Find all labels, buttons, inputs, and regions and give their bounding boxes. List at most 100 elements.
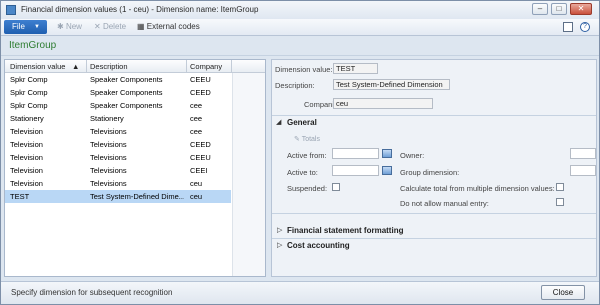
table-row-selected[interactable]: TEST Test System-Defined Dime... ceu xyxy=(5,190,231,203)
group-dimension-field[interactable] xyxy=(570,165,596,176)
cell-company: cee xyxy=(190,114,203,123)
column-separator[interactable] xyxy=(186,60,187,73)
group-dimension-label: Group dimension: xyxy=(400,168,460,177)
active-from-field[interactable] xyxy=(332,148,379,159)
dimension-values-grid: Dimension value ▲ Description Company Sp… xyxy=(4,59,266,277)
status-bar: Specify dimension for subsequent recogni… xyxy=(1,281,599,304)
delete-button[interactable]: ✕ Delete xyxy=(94,22,126,31)
cell-dimension-value: Television xyxy=(10,166,43,175)
file-menu-label: File xyxy=(12,22,25,31)
page-title: ItemGroup xyxy=(9,40,57,51)
cell-description: Stationery xyxy=(90,114,124,123)
file-menu-button[interactable]: File ▼ xyxy=(4,20,47,34)
expand-arrow-icon[interactable]: ▷ xyxy=(277,241,282,249)
cell-description: Speaker Components xyxy=(90,101,163,110)
minimize-button[interactable]: – xyxy=(532,3,548,15)
collapse-arrow-icon[interactable]: ◢ xyxy=(276,118,281,126)
new-icon: ✱ xyxy=(57,22,64,31)
table-row[interactable]: Television Televisions CEED xyxy=(5,138,231,151)
calc-total-checkbox[interactable] xyxy=(556,183,564,191)
cell-description: Speaker Components xyxy=(90,88,163,97)
description-field[interactable]: Test System-Defined Dimension xyxy=(333,79,450,90)
no-manual-entry-label: Do not allow manual entry: xyxy=(400,199,489,208)
active-to-label: Active to: xyxy=(287,168,318,177)
maximize-button[interactable]: □ xyxy=(551,3,567,15)
cell-company: cee xyxy=(190,127,203,136)
column-separator[interactable] xyxy=(86,60,87,73)
owner-field[interactable] xyxy=(570,148,596,159)
cell-dimension-value: Television xyxy=(10,127,43,136)
column-separator[interactable] xyxy=(231,60,232,73)
cell-company: ceu xyxy=(190,179,203,188)
dimension-value-label: Dimension value: xyxy=(275,65,333,74)
no-manual-entry-checkbox[interactable] xyxy=(556,198,564,206)
section-divider xyxy=(272,213,596,214)
calc-total-label: Calculate total from multiple dimension … xyxy=(400,184,555,193)
cell-dimension-value: Television xyxy=(10,140,43,149)
external-codes-icon: ▦ xyxy=(137,22,145,31)
cell-dimension-value: Spkr Comp xyxy=(10,75,48,84)
dimension-value-field[interactable]: TEST xyxy=(333,63,378,74)
cell-company: CEEU xyxy=(190,75,211,84)
cell-description: Televisions xyxy=(90,127,127,136)
table-row[interactable]: Television Televisions ceu xyxy=(5,177,231,190)
grid-header: Dimension value ▲ Description Company xyxy=(5,60,265,73)
active-to-field[interactable] xyxy=(332,165,379,176)
cell-description: Test System-Defined Dime... xyxy=(90,192,184,201)
cell-dimension-value: Television xyxy=(10,153,43,162)
grid-scroll-area[interactable] xyxy=(232,73,265,276)
table-row[interactable]: Television Televisions CEEU xyxy=(5,151,231,164)
totals-button[interactable]: ✎ Totals xyxy=(294,135,320,143)
calendar-icon[interactable] xyxy=(382,149,392,158)
delete-icon: ✕ xyxy=(94,22,101,31)
active-from-label: Active from: xyxy=(287,151,327,160)
table-row[interactable]: Stationery Stationery cee xyxy=(5,112,231,125)
totals-icon: ✎ xyxy=(294,136,300,143)
cell-dimension-value: Spkr Comp xyxy=(10,101,48,110)
table-row[interactable]: Television Televisions CEEI xyxy=(5,164,231,177)
delete-label: Delete xyxy=(102,22,127,31)
table-row[interactable]: Television Televisions cee xyxy=(5,125,231,138)
cell-company: CEED xyxy=(190,140,211,149)
section-divider xyxy=(272,115,596,116)
general-section-title[interactable]: General xyxy=(287,118,317,127)
financial-statement-section-title[interactable]: Financial statement formatting xyxy=(287,226,403,235)
cost-accounting-section-title[interactable]: Cost accounting xyxy=(287,241,350,250)
table-row[interactable]: Spkr Comp Speaker Components CEED xyxy=(5,86,231,99)
description-label: Description: xyxy=(275,81,315,90)
companies-field[interactable]: ceu xyxy=(333,98,433,109)
new-button[interactable]: ✱ New xyxy=(57,22,82,31)
layout-icon[interactable] xyxy=(563,22,573,32)
suspended-checkbox[interactable] xyxy=(332,183,340,191)
header-divider xyxy=(1,55,599,56)
table-row[interactable]: Spkr Comp Speaker Components CEEU xyxy=(5,73,231,86)
column-header-company[interactable]: Company xyxy=(190,62,222,71)
column-header-dimension-value[interactable]: Dimension value xyxy=(10,62,65,71)
section-divider xyxy=(272,238,596,239)
dialog-window: Financial dimension values (1 - ceu) - D… xyxy=(0,0,600,305)
table-row[interactable]: Spkr Comp Speaker Components cee xyxy=(5,99,231,112)
close-window-button[interactable]: ✕ xyxy=(570,3,592,15)
column-header-description[interactable]: Description xyxy=(90,62,128,71)
cell-dimension-value: Television xyxy=(10,179,43,188)
new-label: New xyxy=(65,22,82,31)
cell-description: Televisions xyxy=(90,140,127,149)
cell-company: CEEI xyxy=(190,166,208,175)
cell-dimension-value: Spkr Comp xyxy=(10,88,48,97)
help-icon[interactable]: ? xyxy=(580,22,590,32)
cell-dimension-value: Stationery xyxy=(10,114,44,123)
cell-company: cee xyxy=(190,101,203,110)
totals-label: Totals xyxy=(301,136,320,143)
external-codes-button[interactable]: ▦ External codes xyxy=(137,22,200,31)
expand-arrow-icon[interactable]: ▷ xyxy=(277,226,282,234)
calendar-icon[interactable] xyxy=(382,166,392,175)
cell-company: CEED xyxy=(190,88,211,97)
sort-arrow-icon: ▲ xyxy=(72,62,80,71)
cell-company: ceu xyxy=(190,192,203,201)
cell-company: CEEU xyxy=(190,153,211,162)
app-icon xyxy=(6,5,16,15)
action-toolbar: File ▼ ✱ New ✕ Delete ▦ External codes ? xyxy=(1,19,599,36)
external-codes-label: External codes xyxy=(146,22,200,31)
close-button[interactable]: Close xyxy=(541,285,585,300)
chevron-down-icon: ▼ xyxy=(34,24,40,30)
